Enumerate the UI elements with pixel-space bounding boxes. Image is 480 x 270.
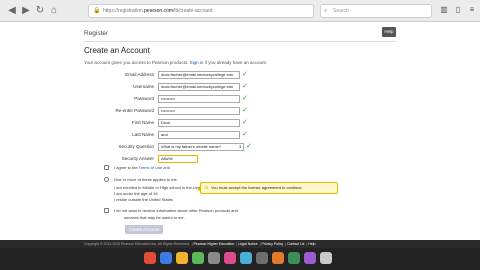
chevron-down-icon: ⇕ — [238, 144, 242, 149]
reenter-password-label: Re-enter Password — [115, 108, 154, 113]
divider — [84, 41, 396, 42]
search-input[interactable]: ⌕ Search — [320, 4, 432, 18]
address-bar[interactable]: 🔒 https://registration.pearson.com/lti/c… — [88, 4, 314, 18]
first-name-field[interactable]: Duck — [158, 119, 240, 127]
home-icon[interactable]: ⌂ — [48, 5, 60, 17]
dock-app-icon[interactable] — [208, 252, 220, 264]
dock-app-icon[interactable] — [304, 252, 316, 264]
page-title: Create an Account — [84, 46, 150, 55]
dock-app-icon[interactable] — [288, 252, 300, 264]
dock-app-icon[interactable] — [192, 252, 204, 264]
terms-option: I agree to the Terms of Use and — [104, 165, 170, 170]
last-name-row: Last Name and ✓ — [0, 131, 480, 139]
password-field[interactable]: •••••••••• — [158, 95, 240, 103]
email-label: Email Address — [125, 72, 154, 77]
dock-app-icon[interactable] — [256, 252, 268, 264]
security-question-label: Security Question — [118, 144, 154, 149]
footer-link[interactable]: Legal Notice — [238, 242, 257, 246]
forward-icon[interactable]: ▶ — [20, 5, 32, 17]
dock-app-icon[interactable] — [320, 252, 332, 264]
warning-icon: ⚠ — [204, 185, 209, 191]
check-icon: ✓ — [242, 131, 248, 138]
password-label: Password — [134, 96, 154, 101]
email-row: Email Address duck.fischer@email.kentuck… — [0, 71, 480, 79]
breadcrumb: Register — [84, 30, 109, 37]
first-name-label: First Name — [131, 120, 154, 125]
username-row: Username duck.fischer@email.kentuckycoll… — [0, 83, 480, 91]
terms-checkbox[interactable] — [104, 165, 109, 170]
lock-icon: 🔒 — [93, 8, 101, 14]
check-icon: ✓ — [242, 71, 248, 78]
dock-app-icon[interactable] — [176, 252, 188, 264]
reload-icon[interactable]: ↻ — [34, 5, 46, 17]
search-icon: ⌕ — [324, 8, 328, 14]
check-icon: ✓ — [246, 143, 252, 150]
dock-app-icon[interactable] — [272, 252, 284, 264]
footer: Copyright © 2011-2020 Pearson Education … — [0, 240, 480, 248]
footer-link[interactable]: Contact Us — [287, 242, 304, 246]
reenter-password-row: Re-enter Password •••••••••• ✓ — [0, 107, 480, 115]
dock-app-icon[interactable] — [160, 252, 172, 264]
footer-link[interactable]: Privacy Policy — [261, 242, 283, 246]
help-button[interactable]: Help — [382, 27, 396, 37]
marketing-option: I do not want to receive information abo… — [104, 208, 238, 213]
check-icon: ✓ — [242, 83, 248, 90]
applies-option: One or more of these applies to me: — [104, 177, 178, 182]
security-question-row: Security Question What is my father's mi… — [0, 143, 480, 151]
applies-radio[interactable] — [104, 177, 109, 182]
check-icon: ✓ — [242, 119, 248, 126]
last-name-label: Last Name — [132, 132, 154, 137]
dock-app-icon[interactable] — [144, 252, 156, 264]
terms-link[interactable]: Terms of Use and — [139, 165, 170, 170]
password-row: Password •••••••••• ✓ — [0, 95, 480, 103]
footer-link[interactable]: Pearson Higher Education — [193, 242, 234, 246]
email-field[interactable]: duck.fischer@email.kentuckycollege.edu — [158, 71, 240, 79]
security-answer-label: Security Answer — [121, 156, 154, 161]
last-name-field[interactable]: and — [158, 131, 240, 139]
footer-link[interactable]: Help — [308, 242, 315, 246]
library-icon[interactable]: ▥ — [438, 4, 450, 16]
marketing-text-cont: services that may be useful to me. — [124, 215, 185, 220]
security-question-select[interactable]: What is my father's middle name? ⇕ — [158, 143, 244, 151]
dock-app-icon[interactable] — [240, 252, 252, 264]
username-field[interactable]: duck.fischer@email.kentuckycollege.edu — [158, 83, 240, 91]
check-icon: ✓ — [242, 95, 248, 102]
username-label: Username — [133, 84, 154, 89]
sidebar-icon[interactable]: ▯ — [452, 4, 464, 16]
first-name-row: First Name Duck ✓ — [0, 119, 480, 127]
sub-option: I reside outside the United States — [114, 197, 173, 202]
create-account-button[interactable]: Create Account — [125, 225, 163, 234]
dock — [0, 248, 480, 270]
sub-option: I am under the age of 18 — [114, 191, 158, 196]
menu-icon[interactable]: ≡ — [466, 4, 478, 16]
browser-toolbar: ◀ ▶ ↻ ⌂ 🔒 https://registration.pearson.c… — [0, 0, 480, 22]
page-content: Register Help Create an Account Your acc… — [0, 22, 480, 248]
security-answer-field[interactable]: Alfa%r — [158, 155, 198, 163]
intro-text: Your account gives you access to Pearson… — [84, 60, 267, 65]
dock-app-icon[interactable] — [224, 252, 236, 264]
check-icon: ✓ — [242, 107, 248, 114]
license-tooltip: ⚠ You must accept the license agreement … — [197, 182, 338, 194]
sign-in-link[interactable]: Sign in — [190, 60, 204, 65]
security-answer-row: Security Answer Alfa%r — [0, 155, 480, 163]
back-icon[interactable]: ◀ — [6, 5, 18, 17]
tooltip-pointer — [197, 186, 201, 192]
marketing-checkbox[interactable] — [104, 208, 109, 213]
reenter-password-field[interactable]: •••••••••• — [158, 107, 240, 115]
